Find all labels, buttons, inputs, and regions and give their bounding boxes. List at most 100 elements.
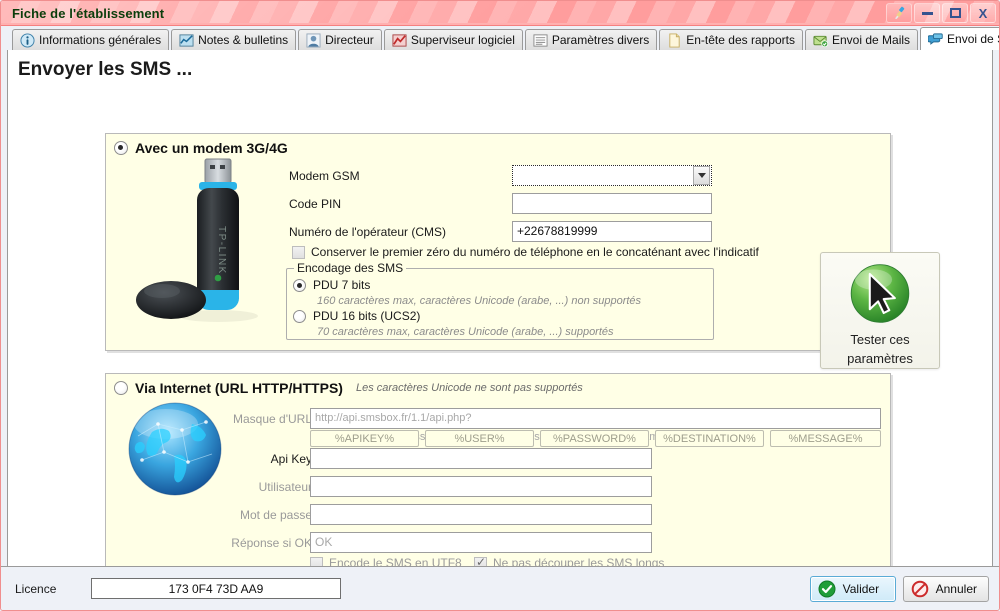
modem-panel: Avec un modem 3G/4G TP-LINK Modem GSM Co… [105,133,940,369]
label-code-pin: Code PIN [289,197,342,211]
encoding-option-1-hint: 70 caractères max, caractères Unicode (a… [317,326,614,338]
chart-icon [179,33,194,47]
cancel-label: Annuler [935,581,977,596]
maximize-button[interactable] [942,3,968,23]
macro-message-button[interactable]: %MESSAGE% [770,430,881,447]
code-pin-input[interactable] [512,193,712,214]
svg-text:TP-LINK: TP-LINK [216,226,227,275]
label-url-mask: Masque d'URL [233,412,312,426]
maximize-icon [949,8,961,18]
user-icon [306,32,321,48]
check-circle-icon [818,580,836,597]
tab-entete-des-rapports[interactable]: En-tête des rapports [659,29,803,50]
radio-pdu-16bits[interactable] [293,309,306,323]
tab-parametres-divers[interactable]: Paramètres divers [524,29,658,50]
forbidden-icon [911,580,928,597]
utilisateur-input[interactable] [310,476,652,497]
minimize-button[interactable] [914,3,940,23]
tab-label: Notes & bulletins [198,33,289,47]
brush-glyph [895,6,905,19]
encoding-option-0-hint: 160 caractères max, caractères Unicode (… [317,295,642,307]
tab-label: Envoi de Mails [831,33,911,47]
label-api-key: Api Key [270,452,312,466]
tab-label: Superviseur logiciel [410,33,515,47]
status-bar: Licence 173 0F4 73D AA9 Valider Annuler [1,566,999,610]
internet-panel-title: Via Internet (URL HTTP/HTTPS) [135,380,343,396]
reponse-si-ok-input[interactable]: OK [310,532,652,553]
test-parameters-button[interactable]: Tester ces paramètres [820,252,940,369]
licence-label: Licence [15,581,57,596]
macro-buttons-row: %APIKEY% %USER% %PASSWORD% %DESTINATION%… [310,430,881,447]
modem-gsm-combobox[interactable] [512,165,712,186]
tab-envoi-de-mails[interactable]: Envoi de Mails [804,29,919,50]
macro-apikey-button[interactable]: %APIKEY% [310,430,419,447]
radio-modem-3g4g[interactable] [114,141,128,155]
radio-via-internet[interactable] [114,381,128,395]
mot-de-passe-input[interactable] [310,504,652,525]
tab-informations-generales[interactable]: Informations générales [12,29,170,50]
macro-destination-button[interactable]: %DESTINATION% [655,430,764,447]
encoding-option-1-label: PDU 16 bits (UCS2) [313,309,421,323]
tab-notes-bulletins[interactable]: Notes & bulletins [171,29,297,50]
internet-panel-note: Les caractères Unicode ne sont pas suppo… [355,382,583,394]
encoding-option-0-label: PDU 7 bits [313,278,371,292]
radio-pdu-7bits[interactable] [293,278,306,292]
label-reponse-si-ok: Réponse si OK [231,536,312,550]
tab-label: Directeur [325,33,374,47]
label-utilisateur: Utilisateur [258,480,312,494]
tab-label: Paramètres divers [551,33,650,47]
tab-label: Informations générales [39,33,162,47]
client-area: Envoyer les SMS ... Avec un modem 3G/4G [7,50,993,601]
macro-password-button[interactable]: %PASSWORD% [540,430,649,447]
chevron-down-icon[interactable] [693,166,710,185]
keep-first-zero-label: Conserver le premier zéro du numéro de t… [311,245,759,259]
api-key-input[interactable] [310,448,652,469]
keep-first-zero-row: Conserver le premier zéro du numéro de t… [292,245,759,259]
supervisor-icon [392,33,407,47]
validate-label: Valider [842,581,880,596]
macro-user-button[interactable]: %USER% [425,430,534,447]
page-icon [669,32,680,48]
keep-first-zero-checkbox[interactable] [292,245,305,259]
licence-value-field[interactable]: 173 0F4 73D AA9 [91,578,341,599]
cursor-click-icon [850,264,910,323]
label-modem-gsm: Modem GSM [289,169,360,183]
window-controls: X [886,3,996,23]
label-mot-de-passe: Mot de passe [239,508,312,522]
encoding-groupbox: Encodage des SMS PDU 7 bits 160 caractèr… [286,261,714,340]
encoding-option-0[interactable]: PDU 7 bits [293,278,370,292]
test-parameters-label-line1: Tester ces [850,332,910,347]
operator-number-input[interactable]: +22678819999 [512,221,712,242]
globe-icon [122,396,228,502]
internet-panel: Via Internet (URL HTTP/HTTPS) Les caract… [105,373,891,571]
url-mask-input[interactable]: http://api.smsbox.fr/1.1/api.php?login=%… [310,408,881,443]
page-title: Envoyer les SMS ... [18,59,193,80]
settings-icon [533,33,548,47]
close-button[interactable]: X [970,3,996,23]
theme-brush-icon[interactable] [886,3,912,23]
tab-label: Envoi de SMS [947,32,999,46]
encoding-groupbox-legend: Encodage des SMS [294,261,407,275]
label-operator-number: Numéro de l'opérateur (CMS) [289,225,447,239]
tab-envoi-de-sms[interactable]: Envoi de SMS [920,27,999,50]
internet-panel-header: Via Internet (URL HTTP/HTTPS) Les caract… [114,380,583,396]
modem-panel-title: Avec un modem 3G/4G [135,140,288,156]
tab-directeur[interactable]: Directeur [298,29,382,50]
mail-icon [813,35,828,47]
tab-bar: Informations générales Notes & bulletins… [1,26,999,50]
window-title: Fiche de l'établissement [12,5,165,21]
encoding-option-1[interactable]: PDU 16 bits (UCS2) [293,309,420,323]
title-bar: Fiche de l'établissement X [1,1,999,26]
tab-superviseur-logiciel[interactable]: Superviseur logiciel [383,29,523,50]
info-icon [20,32,35,48]
sms-icon [928,32,943,45]
application-window: Fiche de l'établissement X Informations … [0,0,1000,611]
test-parameters-label-line2: paramètres [847,351,913,366]
modem-panel-header: Avec un modem 3G/4G [114,140,288,156]
tab-label: En-tête des rapports [686,33,795,47]
validate-button[interactable]: Valider [809,575,896,602]
minimize-icon [921,11,933,15]
action-buttons: Valider Annuler [809,575,989,602]
cancel-button[interactable]: Annuler [902,575,989,602]
close-icon: X [978,5,988,21]
